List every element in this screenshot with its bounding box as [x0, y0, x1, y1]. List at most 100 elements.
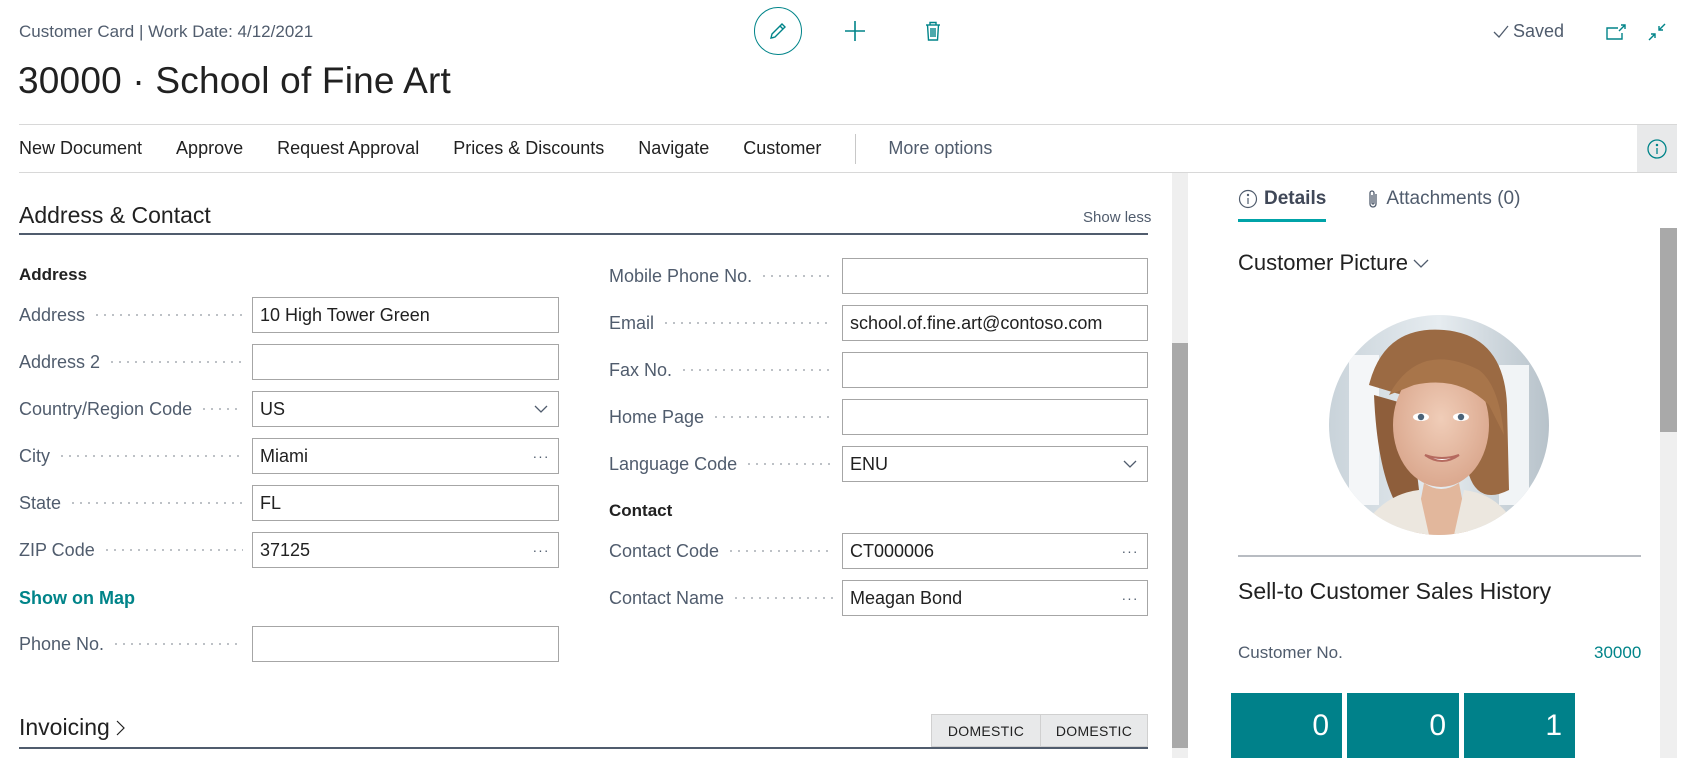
email-row: Email	[609, 305, 841, 341]
info-icon	[1238, 189, 1258, 209]
label-text: ZIP Code	[19, 539, 95, 560]
input-value: school.of.fine.art@contoso.com	[850, 312, 1103, 333]
mobile-phone-no-input[interactable]	[842, 258, 1148, 294]
input-value: US	[260, 398, 286, 419]
label-leader-dots	[102, 549, 243, 551]
show-less-link[interactable]: Show less	[1083, 209, 1151, 226]
chevron-down-icon	[1413, 259, 1429, 268]
action-prices-discounts[interactable]: Prices & Discounts	[453, 138, 604, 159]
zip-code-label: ZIP Code	[19, 540, 251, 561]
address-2-input[interactable]	[252, 344, 559, 380]
mobile-phone-no-row: Mobile Phone No.	[609, 258, 841, 294]
ellipsis-icon[interactable]: ···	[524, 542, 558, 558]
collapse-icon	[1648, 23, 1666, 41]
home-page-input[interactable]	[842, 399, 1148, 435]
fax-no-row: Fax No.	[609, 352, 841, 388]
contact-name-input[interactable]: Meagan Bond ···	[842, 580, 1148, 616]
zip-code-row: ZIP Code	[19, 532, 251, 568]
ellipsis-icon[interactable]: ···	[1113, 543, 1147, 559]
label-leader-dots	[200, 408, 243, 410]
invoicing-badge: DOMESTIC	[931, 714, 1041, 747]
factbox-scrollbar-thumb[interactable]	[1660, 228, 1677, 432]
chevron-down-icon[interactable]	[1113, 459, 1147, 469]
label-text: Language Code	[609, 453, 738, 474]
label-text: Address	[19, 304, 86, 325]
chevron-down-icon[interactable]	[524, 404, 558, 414]
section-title-invoicing[interactable]: Invoicing	[19, 714, 126, 741]
new-button[interactable]	[838, 14, 872, 48]
label-text: Home Page	[609, 406, 705, 427]
email-input[interactable]: school.of.fine.art@contoso.com	[842, 305, 1148, 341]
more-options-button[interactable]: More options	[888, 138, 992, 159]
label-text: Address 2	[19, 351, 101, 372]
edit-button[interactable]	[754, 7, 802, 55]
action-request-approval[interactable]: Request Approval	[277, 138, 419, 159]
invoicing-badge: DOMESTIC	[1040, 714, 1148, 747]
zip-code-input[interactable]: 37125 ···	[252, 532, 559, 568]
ellipsis-icon[interactable]: ···	[524, 448, 558, 464]
input-value: ENU	[850, 453, 889, 474]
open-in-new-window-button[interactable]	[1602, 18, 1630, 46]
country-region-code-label: Country/Region Code	[19, 399, 251, 420]
label-leader-dots	[732, 597, 833, 599]
address-input[interactable]: 10 High Tower Green	[252, 297, 559, 333]
address-2-label: Address 2	[19, 352, 251, 373]
country-region-code-input[interactable]: US	[252, 391, 559, 427]
label-leader-dots	[58, 455, 243, 457]
address-label: Address	[19, 305, 251, 326]
state-row: State	[19, 485, 251, 521]
label-text: City	[19, 445, 50, 466]
input-value: CT000006	[850, 540, 935, 561]
group-label-contact: Contact	[609, 501, 673, 520]
group-label-address: Address	[19, 265, 88, 284]
saved-status: Saved	[1492, 21, 1564, 42]
action-bar: New Document Approve Request Approval Price…	[19, 124, 1677, 173]
pencil-icon	[770, 23, 786, 39]
show-on-map-link[interactable]: Show on Map	[19, 588, 135, 609]
home-page-row: Home Page	[609, 399, 841, 435]
contact-code-input[interactable]: CT000006 ···	[842, 533, 1148, 569]
content-scrollbar-thumb[interactable]	[1172, 343, 1188, 748]
label-text: Phone No.	[19, 633, 105, 654]
sales-history-tile[interactable]: 1	[1464, 693, 1575, 758]
label-text: Mobile Phone No.	[609, 265, 753, 286]
action-approve[interactable]: Approve	[176, 138, 243, 159]
customer-picture	[1329, 315, 1549, 535]
customer-picture-header[interactable]: Customer Picture	[1238, 250, 1430, 276]
home-page-label: Home Page	[609, 407, 841, 428]
label-text: State	[19, 492, 62, 513]
action-new-document[interactable]: New Document	[19, 138, 142, 159]
collapse-button[interactable]	[1643, 18, 1671, 46]
tab-details[interactable]: Details	[1238, 188, 1327, 222]
label-text: Email	[609, 312, 655, 333]
tab-attachments[interactable]: Attachments (0)	[1366, 188, 1520, 222]
city-input[interactable]: Miami ···	[252, 438, 559, 474]
section-divider	[19, 233, 1148, 235]
action-navigate[interactable]: Navigate	[638, 138, 709, 159]
phone-no-label: Phone No.	[19, 634, 251, 655]
label-leader-dots	[760, 275, 833, 277]
saved-label: Saved	[1513, 21, 1565, 41]
phone-no-input[interactable]	[252, 626, 559, 662]
action-customer[interactable]: Customer	[743, 138, 821, 159]
label-leader-dots	[93, 314, 243, 316]
sales-history-tile[interactable]: 0	[1347, 693, 1459, 758]
delete-button[interactable]	[916, 14, 950, 48]
customer-no-link[interactable]: 30000	[1594, 643, 1641, 663]
toggle-factbox-button[interactable]	[1637, 125, 1677, 172]
factbox-tabs: Details Attachments (0)	[1238, 188, 1520, 222]
trash-icon	[926, 21, 940, 41]
state-input[interactable]: FL	[252, 485, 559, 521]
sales-history-title: Sell-to Customer Sales History	[1238, 578, 1552, 604]
input-value: 10 High Tower Green	[260, 304, 430, 325]
sales-history-tile[interactable]: 0	[1231, 693, 1342, 758]
customer-picture-title: Customer Picture	[1238, 250, 1408, 275]
fax-no-input[interactable]	[842, 352, 1148, 388]
language-code-input[interactable]: ENU	[842, 446, 1148, 482]
label-leader-dots	[662, 322, 833, 324]
section-title-address-contact[interactable]: Address & Contact	[19, 202, 211, 229]
ellipsis-icon[interactable]: ···	[1113, 590, 1147, 606]
label-leader-dots	[69, 502, 243, 504]
input-value: 37125	[260, 539, 311, 560]
section-divider	[19, 747, 1148, 749]
